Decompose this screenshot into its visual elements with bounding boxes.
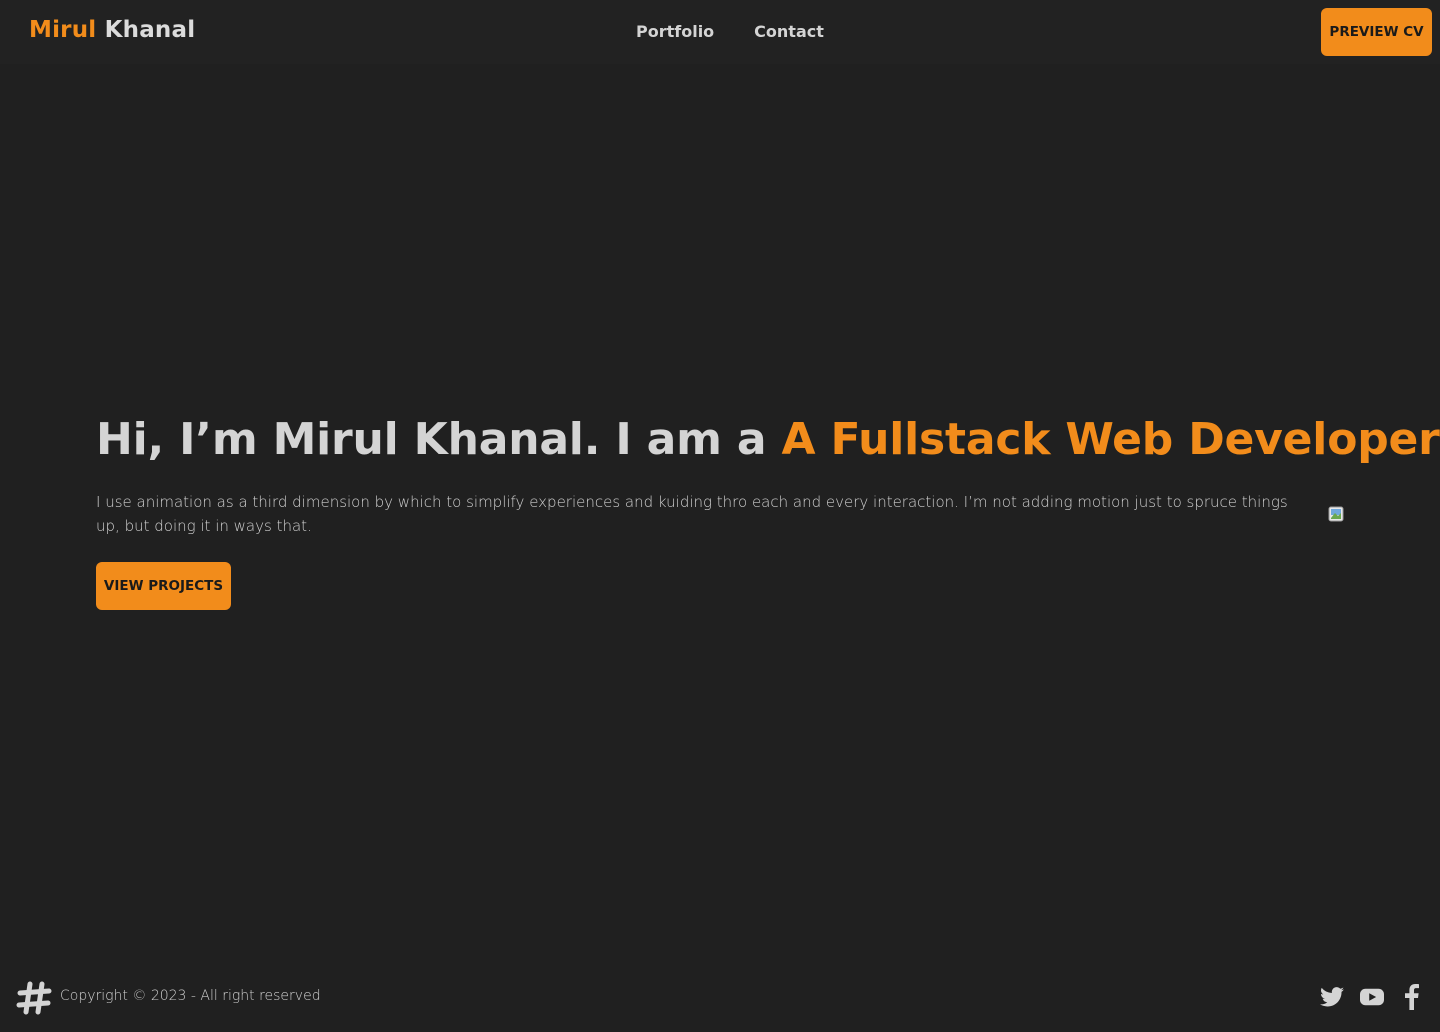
site-footer: Copyright © 2023 - All right reserved [0,964,1440,1032]
copyright-text: Copyright © 2023 - All right reserved [60,988,321,1004]
brand-last-name: Khanal [104,17,196,43]
nav-link-portfolio[interactable]: Portfolio [636,22,714,41]
brand-logo[interactable]: Mirul Khanal [29,17,195,43]
main-nav: Portfolio Contact [636,22,824,41]
brand-first-name: Mirul [29,17,97,43]
youtube-icon[interactable] [1360,984,1384,1010]
hero-title-accent: A Fullstack Web Developer [781,414,1440,465]
view-projects-button[interactable]: VIEW PROJECTS [96,562,231,610]
hero-title-prefix: Hi, I’m Mirul Khanal. I am a [96,414,767,465]
broken-image-icon [1328,506,1344,522]
twitter-icon[interactable] [1320,984,1344,1010]
nav-link-contact[interactable]: Contact [754,22,824,41]
preview-cv-button[interactable]: PREVIEW CV [1321,8,1432,56]
facebook-icon[interactable] [1400,984,1424,1010]
hero-title: Hi, I’m Mirul Khanal. I am a A Fullstack… [96,414,1440,465]
social-links [1320,984,1424,1010]
site-header: Mirul Khanal Portfolio Contact PREVIEW C… [0,0,1440,64]
hero-description: I use animation as a third dimension by … [96,493,1288,535]
hashtag-icon [16,981,52,1015]
